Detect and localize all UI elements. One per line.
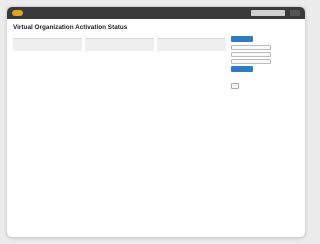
column-header	[157, 38, 226, 51]
status-columns	[13, 38, 227, 53]
column-header	[13, 38, 82, 51]
user-menu[interactable]	[290, 10, 300, 16]
status-column-1	[13, 38, 82, 53]
browser-window: Virtual Organization Activation Status	[6, 6, 306, 238]
period-select[interactable]	[231, 52, 271, 57]
range-select[interactable]	[231, 59, 271, 64]
submit-button[interactable]	[231, 66, 253, 72]
vo-list	[85, 51, 154, 53]
filter-select[interactable]	[231, 45, 271, 50]
vo-list	[13, 51, 82, 53]
title-row: Virtual Organization Activation Status	[13, 24, 299, 35]
update-button[interactable]	[231, 36, 253, 42]
sidebar	[231, 36, 299, 97]
vo-list	[157, 51, 226, 53]
status-column-2	[85, 38, 154, 53]
top-navigation-bar	[7, 7, 305, 19]
status-column-3	[157, 38, 226, 53]
site-logo[interactable]	[12, 10, 23, 16]
page-title: Virtual Organization Activation Status	[13, 24, 128, 31]
column-header	[85, 38, 154, 51]
order-button[interactable]	[231, 83, 239, 89]
search-input[interactable]	[251, 10, 285, 16]
main-content: Virtual Organization Activation Status	[13, 24, 299, 233]
